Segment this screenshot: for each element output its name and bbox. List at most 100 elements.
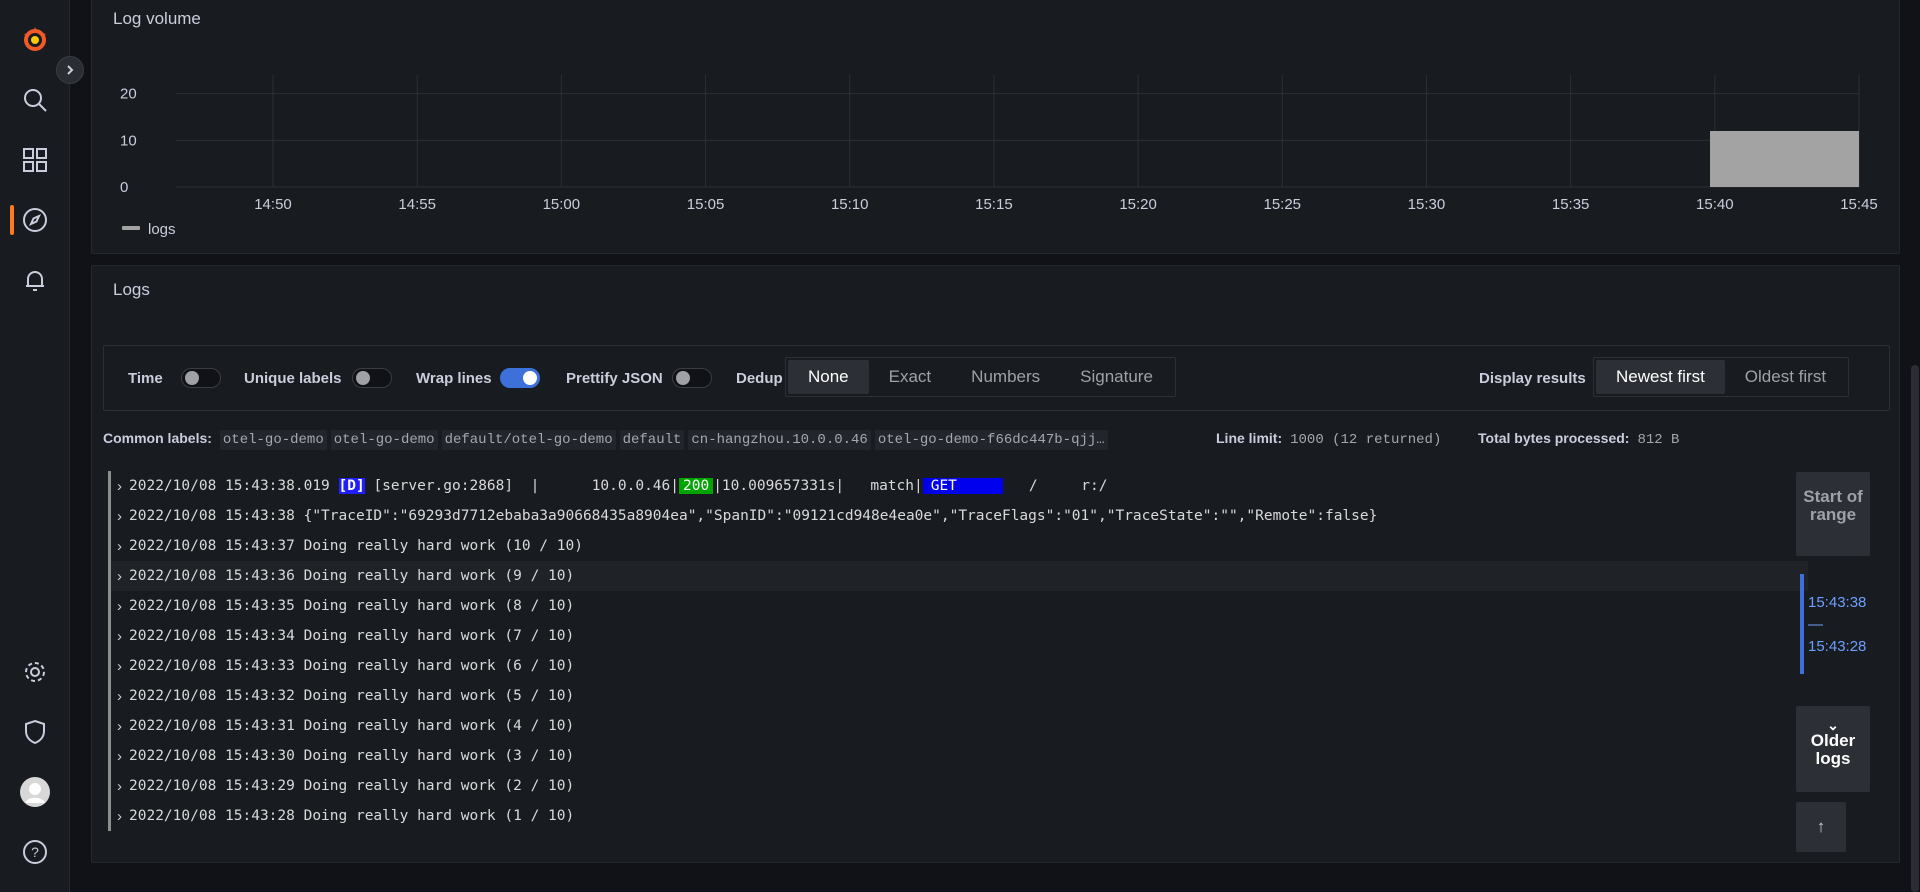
sidebar: ? [0,0,70,892]
x-tick-label: 15:15 [975,196,1013,213]
common-label-chip: otel-go-demo [330,430,438,450]
chevron-right-icon: › [117,747,122,765]
chevron-right-icon: › [117,567,122,585]
svg-text:?: ? [31,844,39,860]
start-of-range-label: Start of range [1803,487,1863,524]
log-text: [server.go:2868] | 10.0.0.46| [364,478,679,494]
chevron-right-icon: › [117,537,122,555]
x-tick-label: 15:25 [1263,196,1301,213]
log-text: 2022/10/08 15:43:28 Doing really hard wo… [129,808,575,824]
log-row[interactable]: › 2022/10/08 15:43:33 Doing really hard w… [108,651,1808,681]
range-dash: — [1808,616,1823,633]
dedup-numbers-button[interactable]: Numbers [951,360,1060,394]
range-bottom: 15:43:28 [1808,638,1867,655]
log-text: 2022/10/08 15:43:30 Doing really hard wo… [129,748,575,764]
log-volume-panel: Log volume 0 10 20 14:50 14:55 15:00 15:05 15:1… [91,0,1900,254]
volume-bar [1710,131,1859,187]
chevron-right-icon [67,65,74,75]
start-of-range-button[interactable]: Start of range [1796,472,1870,556]
chevron-right-icon: › [117,777,122,795]
older-logs-button[interactable]: ⌄ Older logs [1796,706,1870,792]
logs-options-bar: Time Unique labels Wrap lines Prettify J… [103,345,1890,411]
chevron-right-icon: › [117,657,122,675]
dashboards-icon[interactable] [19,144,51,176]
log-level-badge: [D] [338,478,365,494]
grafana-logo[interactable] [19,24,51,56]
log-row[interactable]: › 2022/10/08 15:43:37 Doing really hard w… [108,531,1808,561]
dedup-label: Dedup [736,370,783,387]
chevron-right-icon: › [117,477,122,495]
scrollbar[interactable] [1911,365,1919,892]
legend-label: logs [148,221,176,238]
prettify-json-toggle[interactable] [672,368,712,388]
range-top: 15:43:38 [1808,594,1867,611]
expand-sidebar-button[interactable] [56,56,84,84]
log-row[interactable]: › 2022/10/08 15:43:35 Doing really hard w… [108,591,1808,621]
explore-icon[interactable] [19,204,51,236]
time-toggle[interactable] [181,368,221,388]
chevron-right-icon: › [117,807,122,825]
log-row[interactable]: › 2022/10/08 15:43:30 Doing really hard w… [108,741,1808,771]
common-labels: Common labels: otel-go-demo otel-go-demo de… [103,430,1112,450]
shield-icon[interactable] [19,716,51,748]
time-toggle-label: Time [128,370,163,387]
log-row[interactable]: › 2022/10/08 15:43:36 Doing really hard w… [108,561,1808,591]
log-row[interactable]: › 2022/10/08 15:43:29 Doing really hard w… [108,771,1808,801]
search-icon[interactable] [19,84,51,116]
log-text: 2022/10/08 15:43:36 Doing really hard wo… [129,568,575,584]
log-text: |10.009657331s| match| [713,478,923,494]
unique-labels-toggle-label: Unique labels [244,370,342,387]
y-tick-label: 0 [120,179,128,196]
log-text: 2022/10/08 15:43:38 {"TraceID":"69293d77… [129,508,1378,524]
common-label-chip: otel-go-demo-f66dc447b-qjj… [874,430,1108,450]
logs-title: Logs [113,280,150,299]
total-bytes: Total bytes processed: 812 B [1478,430,1679,448]
log-text: / r:/ [1002,478,1108,494]
http-method-highlight: GET [922,478,1003,494]
x-tick-label: 14:55 [398,196,436,213]
older-logs-label: Older logs [1810,731,1856,768]
chevron-right-icon: › [117,717,122,735]
log-row[interactable]: › 2022/10/08 15:43:38 {"TraceID":"69293d7… [108,501,1808,531]
line-limit: Line limit: 1000 (12 returned) [1216,430,1441,448]
settings-icon[interactable] [19,656,51,688]
oldest-first-button[interactable]: Oldest first [1725,360,1846,394]
chevron-right-icon: › [117,687,122,705]
avatar[interactable] [19,776,51,808]
log-row[interactable]: › 2022/10/08 15:43:32 Doing really hard w… [108,681,1808,711]
legend-swatch [122,226,140,230]
unique-labels-toggle[interactable] [352,368,392,388]
prettify-json-toggle-label: Prettify JSON [566,370,663,387]
help-icon[interactable]: ? [19,836,51,868]
x-tick-label: 15:05 [687,196,725,213]
chevron-right-icon: › [117,597,122,615]
line-limit-value: 1000 (12 returned) [1290,432,1442,448]
log-text: 2022/10/08 15:43:34 Doing really hard wo… [129,628,575,644]
dedup-signature-button[interactable]: Signature [1060,360,1173,394]
y-tick-label: 20 [120,86,137,103]
total-bytes-label: Total bytes processed: [1478,430,1630,446]
log-row[interactable]: › 2022/10/08 15:43:38.019 [D] [server.go:… [108,471,1808,501]
wrap-lines-toggle[interactable] [500,368,540,388]
order-button-group: Newest first Oldest first [1593,357,1850,397]
display-results-label: Display results [1479,370,1586,387]
scroll-to-top-button[interactable]: ↑ [1796,802,1846,852]
dedup-button-group: None Exact Numbers Signature [785,357,1176,397]
alerting-icon[interactable] [19,264,51,296]
line-limit-label: Line limit: [1216,430,1283,446]
log-text: 2022/10/08 15:43:33 Doing really hard wo… [129,658,575,674]
active-indicator [10,205,14,235]
dedup-none-button[interactable]: None [788,360,869,394]
x-tick-label: 15:30 [1408,196,1446,213]
log-row[interactable]: › 2022/10/08 15:43:34 Doing really hard w… [108,621,1808,651]
dedup-exact-button[interactable]: Exact [869,360,952,394]
common-label-chip: default/otel-go-demo [441,430,616,450]
chevron-right-icon: › [117,627,122,645]
log-text: 2022/10/08 15:43:32 Doing really hard wo… [129,688,575,704]
log-row[interactable]: › 2022/10/08 15:43:28 Doing really hard w… [108,801,1808,831]
chevron-right-icon: › [117,507,122,525]
range-label: 15:43:38 — 15:43:28 [1808,592,1866,658]
newest-first-button[interactable]: Newest first [1596,360,1725,394]
x-tick-label: 15:35 [1552,196,1590,213]
log-row[interactable]: › 2022/10/08 15:43:31 Doing really hard w… [108,711,1808,741]
